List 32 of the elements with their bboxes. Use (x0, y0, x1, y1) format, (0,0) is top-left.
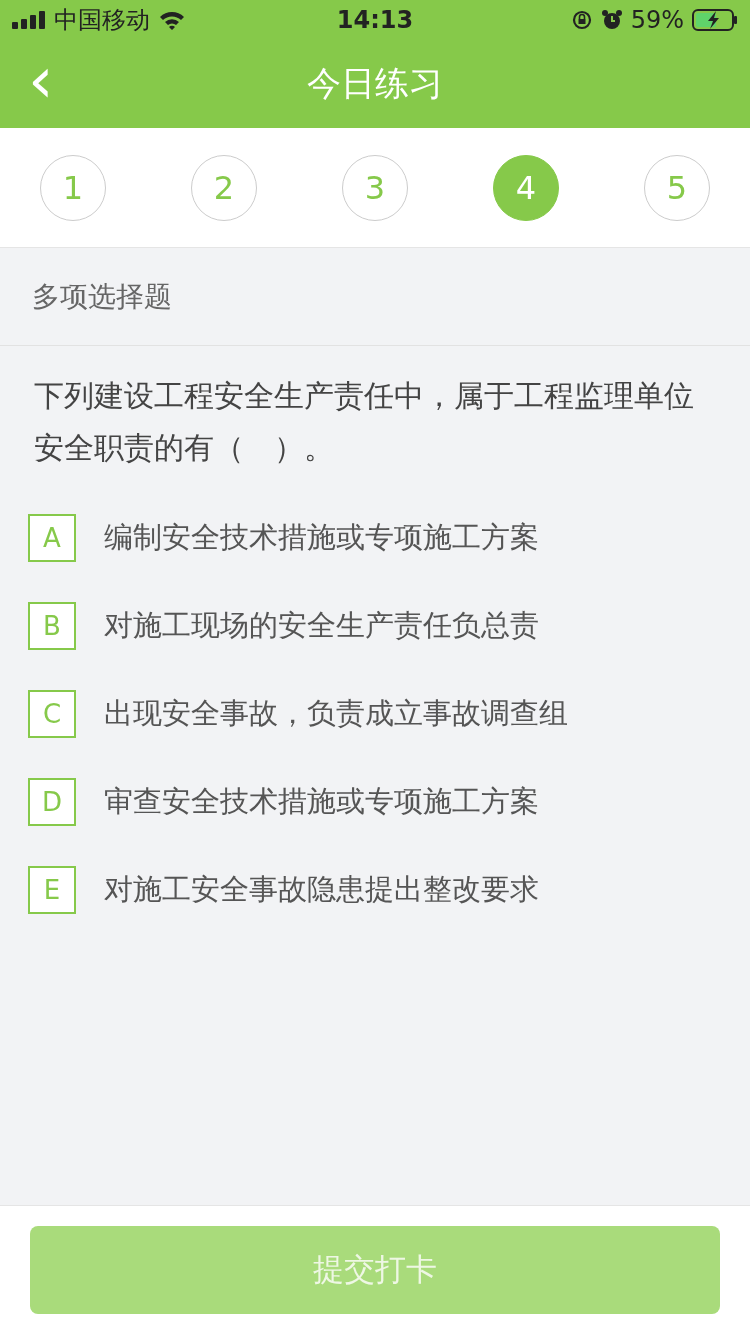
option-text: 对施工现场的安全生产责任负总责 (104, 607, 539, 644)
answer-option[interactable]: C 出现安全事故，负责成立事故调查组 (0, 670, 750, 758)
status-time: 14:13 (336, 6, 414, 34)
option-letter-box: C (28, 690, 76, 738)
carrier-name: 中国移动 (54, 5, 150, 36)
option-text: 对施工安全事故隐患提出整改要求 (104, 871, 539, 908)
question-type-label: 多项选择题 (32, 278, 172, 315)
option-letter-box: A (28, 514, 76, 562)
answer-option[interactable]: E 对施工安全事故隐患提出整改要求 (0, 846, 750, 934)
option-text: 审查安全技术措施或专项施工方案 (104, 783, 539, 820)
answer-option[interactable]: B 对施工现场的安全生产责任负总责 (0, 582, 750, 670)
wifi-icon (158, 10, 186, 30)
answer-option[interactable]: A 编制安全技术措施或专项施工方案 (0, 494, 750, 582)
question-text: 下列建设工程安全生产责任中，属于工程监理单位安全职责的有（ ）。 (33, 377, 695, 467)
rotation-lock-icon (570, 9, 593, 31)
back-button[interactable]: ‹ (18, 48, 64, 112)
option-letter-box: B (28, 602, 76, 650)
option-text: 编制安全技术措施或专项施工方案 (104, 519, 539, 556)
option-text: 出现安全事故，负责成立事故调查组 (104, 695, 568, 732)
question-number-tab[interactable]: 3 (342, 154, 408, 221)
signal-icon (12, 11, 46, 29)
answer-option[interactable]: D 审查安全技术措施或专项施工方案 (0, 758, 750, 846)
question-number-tab[interactable]: 5 (644, 154, 710, 221)
option-letter-box: E (28, 866, 76, 914)
alarm-icon (600, 9, 623, 31)
battery-charging-icon (692, 9, 738, 31)
question-number-tab[interactable]: 1 (40, 154, 106, 221)
question-number-tab[interactable]: 4 (493, 154, 559, 221)
option-letter-box: D (28, 778, 76, 826)
battery-percent: 59% (630, 6, 684, 34)
question-number-tab[interactable]: 2 (191, 154, 257, 221)
page-title: 今日练习 (307, 62, 443, 105)
